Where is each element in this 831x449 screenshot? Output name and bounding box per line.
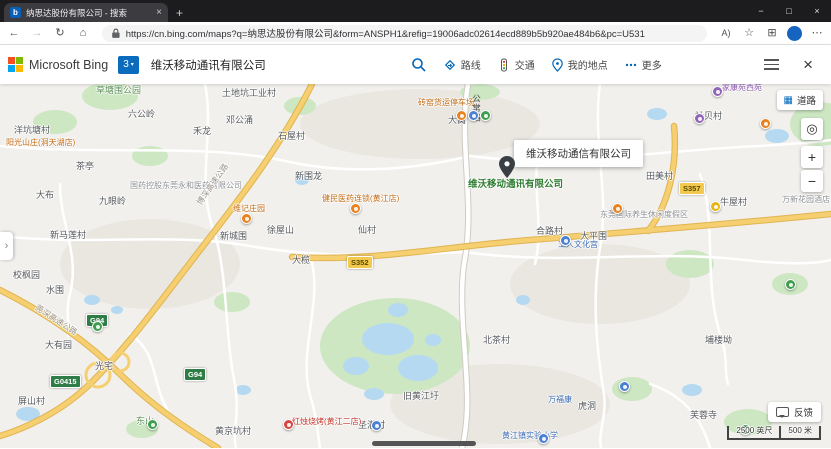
nav-label: 更多 [642, 57, 662, 72]
nav-my-places[interactable]: 我的地点 [551, 57, 608, 72]
map-marker-icon[interactable] [712, 86, 723, 97]
locate-button[interactable]: ◎ [801, 118, 823, 140]
nav-label: 路线 [461, 57, 481, 72]
profile-avatar[interactable] [787, 26, 802, 41]
nav-label: 我的地点 [568, 57, 608, 72]
layers-icon: ▦ [784, 95, 793, 106]
refresh-button[interactable]: ↻ [52, 28, 68, 39]
close-button[interactable]: × [803, 0, 831, 22]
bing-logo[interactable]: Microsoft Bing [8, 57, 108, 72]
map-marker-icon[interactable] [760, 118, 771, 129]
nav-more[interactable]: 更多 [624, 57, 662, 72]
settings-menu-button[interactable]: ⋯ [809, 28, 825, 39]
bing-favicon-icon: b [10, 7, 21, 18]
map-marker-icon[interactable] [710, 201, 721, 212]
map-marker-icon[interactable] [371, 420, 382, 431]
map-marker-icon[interactable] [538, 433, 549, 444]
tab-close-icon[interactable]: × [156, 7, 162, 18]
maps-header: Microsoft Bing 3 ▾ 路线 交通 [0, 45, 831, 84]
map-scale: 2500 英尺 500 米 [727, 426, 821, 440]
nav-traffic[interactable]: 交通 [497, 57, 535, 72]
collections-button[interactable]: ⊞ [764, 28, 780, 39]
scrollbar-thumb[interactable] [372, 441, 476, 446]
microsoft-logo-icon [8, 57, 23, 72]
map-marker-icon[interactable] [785, 279, 796, 290]
scale-meters: 500 米 [779, 426, 821, 440]
more-icon [624, 58, 638, 72]
browser-toolbar: ← → ↻ ⌂ A) ☆ ⊞ ⋯ [0, 22, 831, 45]
bing-logo-text: Microsoft Bing [29, 58, 108, 72]
favorites-button[interactable]: ☆ [741, 28, 757, 39]
pin-icon [499, 156, 515, 178]
map-marker-icon[interactable] [283, 419, 294, 430]
map-marker-icon[interactable] [612, 203, 623, 214]
map-marker-icon[interactable] [147, 419, 158, 430]
search-icon[interactable] [411, 57, 427, 73]
maps-search-input[interactable] [149, 58, 401, 72]
map-markers-layer [0, 84, 831, 448]
map-marker-icon[interactable] [350, 203, 361, 214]
directions-icon [443, 58, 457, 72]
maps-close-button[interactable]: × [803, 55, 813, 75]
map-marker-icon[interactable] [456, 110, 467, 121]
road-view-button[interactable]: ▦ 道路 [777, 90, 823, 110]
feedback-label: 反馈 [794, 405, 813, 419]
address-bar[interactable] [102, 25, 707, 42]
map-marker-icon[interactable] [619, 381, 630, 392]
new-tab-button[interactable]: + [176, 6, 183, 20]
zoom-in-button[interactable]: + [801, 146, 823, 168]
scale-feet: 2500 英尺 [727, 426, 781, 440]
minimize-button[interactable]: − [747, 0, 775, 22]
feedback-button[interactable]: 反馈 [768, 402, 821, 422]
search-counter-value: 3 [123, 59, 129, 70]
home-button[interactable]: ⌂ [75, 28, 91, 39]
maximize-button[interactable]: □ [775, 0, 803, 22]
nav-directions[interactable]: 路线 [443, 57, 481, 72]
location-tooltip: 维沃移动通信有限公司 [514, 140, 643, 167]
traffic-icon [497, 58, 511, 72]
map-marker-icon[interactable] [241, 213, 252, 224]
back-button[interactable]: ← [6, 28, 22, 39]
map-marker-icon[interactable] [694, 113, 705, 124]
map-viewport[interactable]: 草塘围公园土地坑工业村家康苑西苑六公岭洋坑塘村禾龙邓公涌石屋村大窝砖窑货运停车场… [0, 84, 831, 448]
menu-icon[interactable] [760, 55, 783, 74]
lock-icon [111, 28, 121, 39]
location-pin[interactable] [499, 156, 515, 183]
window-controls: − □ × [747, 0, 831, 22]
tab-title: 纳思达股份有限公司 - 搜索 [26, 7, 151, 19]
feedback-icon [776, 407, 789, 417]
map-marker-icon[interactable] [480, 110, 491, 121]
map-marker-icon[interactable] [560, 235, 571, 246]
url-input[interactable] [126, 28, 698, 39]
search-counter-dropdown[interactable]: 3 ▾ [118, 56, 139, 74]
map-marker-icon[interactable] [468, 110, 479, 121]
forward-button[interactable]: → [29, 28, 45, 39]
read-aloud-button[interactable]: A) [718, 29, 734, 38]
pin-icon [551, 58, 564, 72]
maps-nav: 路线 交通 我的地点 更多 [443, 57, 662, 72]
road-view-label: 道路 [797, 93, 816, 107]
panel-expand-handle[interactable]: › [0, 232, 13, 260]
zoom-out-button[interactable]: − [801, 170, 823, 192]
browser-tab[interactable]: b 纳思达股份有限公司 - 搜索 × [4, 3, 168, 22]
nav-label: 交通 [515, 57, 535, 72]
chevron-down-icon: ▾ [131, 61, 134, 68]
map-marker-icon[interactable] [92, 321, 103, 332]
browser-titlebar: b 纳思达股份有限公司 - 搜索 × + − □ × [0, 0, 831, 22]
